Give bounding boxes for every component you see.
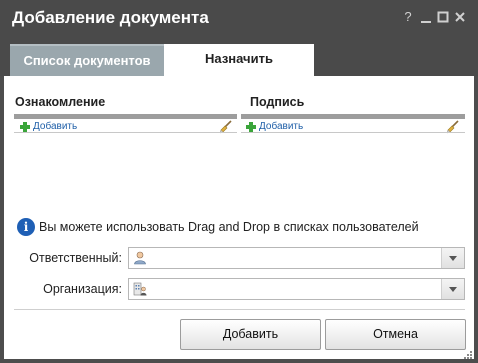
user-icon xyxy=(134,251,146,265)
familiarize-header-bar xyxy=(14,114,237,119)
drag-drop-hint-text: Вы можете использовать Drag and Drop в с… xyxy=(39,220,419,234)
plus-icon xyxy=(20,122,30,132)
responsible-label: Ответственный: xyxy=(29,251,122,265)
maximize-icon[interactable] xyxy=(437,10,449,24)
dialog-title: Добавление документа xyxy=(12,8,209,27)
signature-section-title: Подпись xyxy=(250,95,305,109)
close-icon[interactable] xyxy=(454,10,466,24)
organization-select[interactable] xyxy=(128,278,465,300)
familiarize-section-title: Ознакомление xyxy=(15,95,106,109)
help-icon[interactable]: ? xyxy=(402,10,414,24)
cancel-button[interactable]: Отмена xyxy=(325,319,466,350)
title-bar[interactable]: Добавление документа ? xyxy=(0,0,478,38)
minimize-icon[interactable] xyxy=(420,10,432,24)
signature-list-divider xyxy=(241,132,465,133)
tab-assign[interactable]: Назначить xyxy=(164,44,314,76)
resize-grip-icon[interactable] xyxy=(464,351,472,359)
tab-document-list[interactable]: Список документов xyxy=(10,44,164,76)
chevron-down-icon[interactable] xyxy=(441,248,464,268)
familiarize-add-label: Добавить xyxy=(33,121,78,132)
signature-add-label: Добавить xyxy=(259,121,304,132)
info-icon: i xyxy=(17,218,35,236)
familiarize-list-divider xyxy=(14,132,237,133)
plus-icon xyxy=(246,122,256,132)
signature-header-bar xyxy=(241,114,465,119)
responsible-select[interactable] xyxy=(128,247,465,269)
organization-label: Организация: xyxy=(43,282,122,296)
organization-icon xyxy=(133,282,147,296)
add-button[interactable]: Добавить xyxy=(180,319,321,350)
chevron-down-icon[interactable] xyxy=(441,279,464,299)
add-document-dialog: Добавление документа ? Список документов… xyxy=(0,0,478,363)
footer-divider xyxy=(14,309,465,310)
